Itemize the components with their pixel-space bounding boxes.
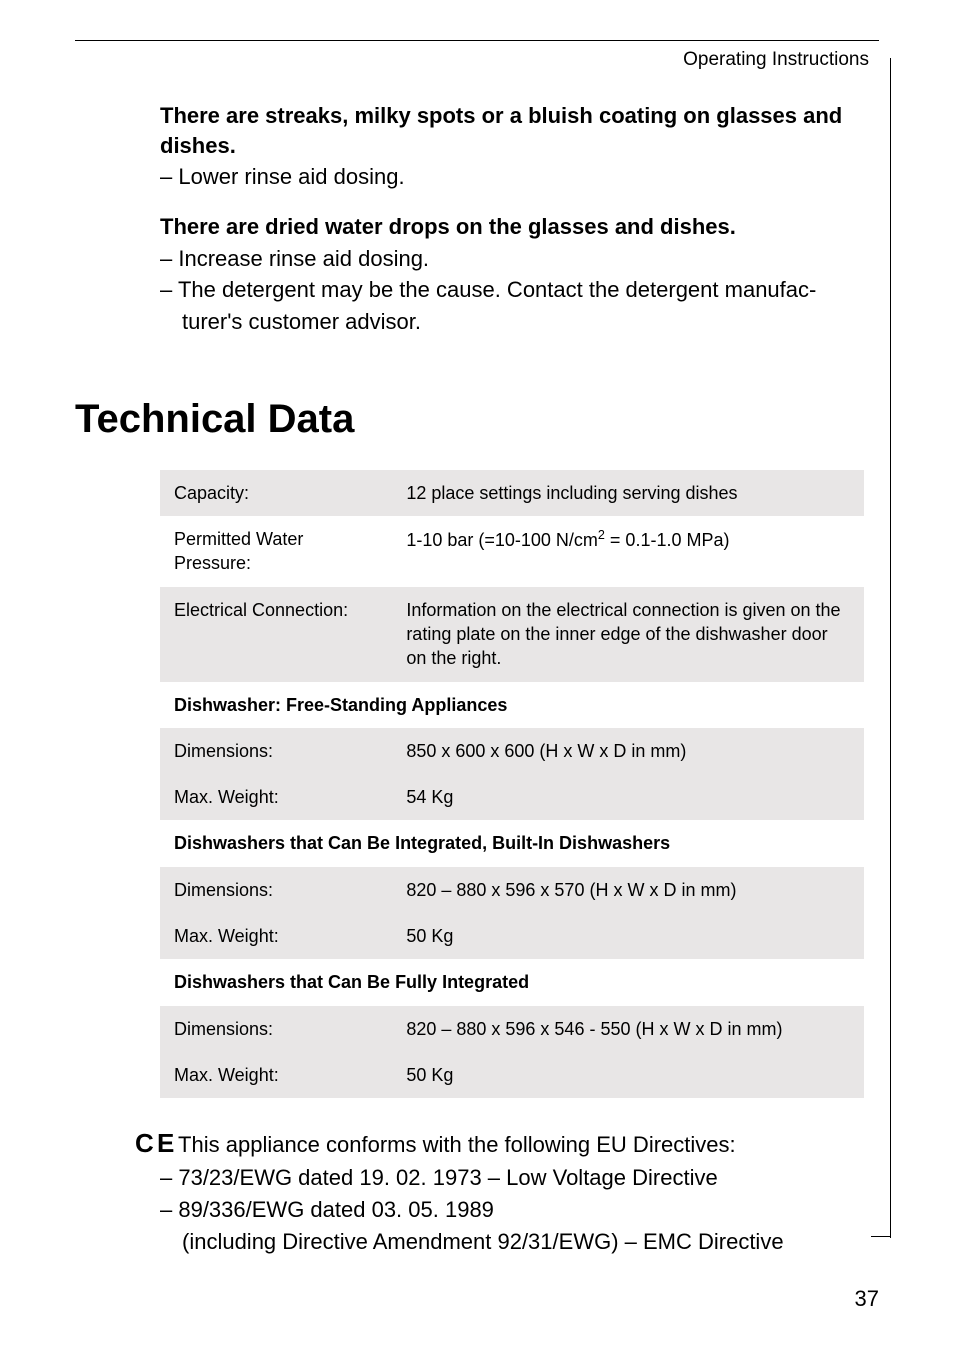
capacity-value: 12 place settings including serving dish… [392, 470, 864, 516]
section1-dimensions-value: 850 x 600 x 600 (H x W x D in mm) [392, 728, 864, 774]
section3-weight-row: Max. Weight: 50 Kg [160, 1052, 864, 1098]
section3-heading: Dishwashers that Can Be Fully Integrated [160, 959, 864, 1005]
section3-heading-row: Dishwashers that Can Be Fully Integrated [160, 959, 864, 1005]
section2-dimensions-value: 820 – 880 x 596 x 570 (H x W x D in mm) [392, 867, 864, 913]
pressure-value: 1-10 bar (=10-100 N/cm2 = 0.1-1.0 MPa) [392, 516, 864, 587]
margin-line-vertical [890, 58, 891, 1238]
section1-weight-row: Max. Weight: 54 Kg [160, 774, 864, 820]
directive2-line1: – 89/336/EWG dated 03. 05. 1989 [135, 1195, 789, 1225]
section1-weight-label: Max. Weight: [160, 774, 392, 820]
ce-mark-icon: C E [135, 1128, 172, 1158]
section1-heading: Dishwasher: Free-Standing Appliances [160, 682, 864, 728]
section1-dimensions-label: Dimensions: [160, 728, 392, 774]
compliance-line: C E This appliance conforms with the fol… [135, 1126, 789, 1161]
section3-weight-label: Max. Weight: [160, 1052, 392, 1098]
issue1-remedy1: – Lower rinse aid dosing. [160, 162, 864, 192]
issue1-heading: There are streaks, milky spots or a blui… [160, 101, 864, 160]
header-divider [75, 40, 879, 41]
technical-data-heading: Technical Data [75, 397, 879, 442]
electrical-value: Information on the electrical connection… [392, 587, 864, 682]
margin-line-horizontal [871, 1236, 891, 1237]
section2-heading: Dishwashers that Can Be Integrated, Buil… [160, 820, 864, 866]
section2-heading-row: Dishwashers that Can Be Integrated, Buil… [160, 820, 864, 866]
technical-data-table: Capacity: 12 place settings including se… [160, 470, 864, 1098]
electrical-label: Electrical Connection: [160, 587, 392, 682]
capacity-label: Capacity: [160, 470, 392, 516]
directive2-line2: (including Directive Amendment 92/31/EWG… [135, 1227, 789, 1257]
issue2-remedy1: – Increase rinse aid dosing. [160, 244, 864, 274]
issue2-remedy2-line2: turer's customer advisor. [160, 307, 864, 337]
header-title: Operating Instructions [75, 49, 879, 71]
section1-dimensions-row: Dimensions: 850 x 600 x 600 (H x W x D i… [160, 728, 864, 774]
section2-weight-row: Max. Weight: 50 Kg [160, 913, 864, 959]
section3-dimensions-label: Dimensions: [160, 1006, 392, 1052]
issue2-remedy2-line1: – The detergent may be the cause. Contac… [160, 275, 864, 305]
section3-weight-value: 50 Kg [392, 1052, 864, 1098]
section2-dimensions-label: Dimensions: [160, 867, 392, 913]
section3-dimensions-row: Dimensions: 820 – 880 x 596 x 546 - 550 … [160, 1006, 864, 1052]
table-row-electrical: Electrical Connection: Information on th… [160, 587, 864, 682]
section2-weight-value: 50 Kg [392, 913, 864, 959]
section2-dimensions-row: Dimensions: 820 – 880 x 596 x 570 (H x W… [160, 867, 864, 913]
section2-weight-label: Max. Weight: [160, 913, 392, 959]
compliance-text: This appliance conforms with the followi… [172, 1132, 735, 1157]
table-row-pressure: Permitted Water Pressure: 1-10 bar (=10-… [160, 516, 864, 587]
issue2-heading: There are dried water drops on the glass… [160, 212, 864, 242]
pressure-label: Permitted Water Pressure: [160, 516, 392, 587]
directive1: – 73/23/EWG dated 19. 02. 1973 – Low Vol… [135, 1163, 789, 1193]
section3-dimensions-value: 820 – 880 x 596 x 546 - 550 (H x W x D i… [392, 1006, 864, 1052]
page-number: 37 [855, 1286, 879, 1312]
table-row-capacity: Capacity: 12 place settings including se… [160, 470, 864, 516]
section1-heading-row: Dishwasher: Free-Standing Appliances [160, 682, 864, 728]
section1-weight-value: 54 Kg [392, 774, 864, 820]
